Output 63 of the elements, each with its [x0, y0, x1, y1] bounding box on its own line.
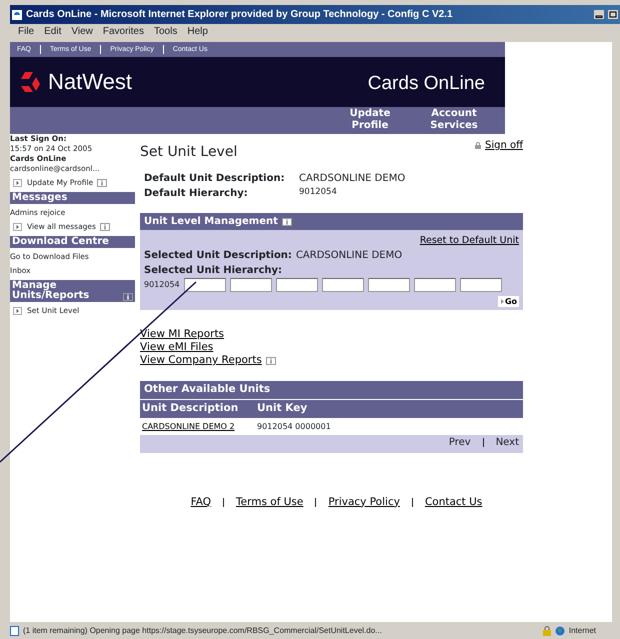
- reset-link[interactable]: Reset to Default Unit: [420, 235, 519, 246]
- menu-item[interactable]: Tools: [154, 26, 178, 37]
- field-value: 9012054: [299, 186, 337, 199]
- section-title: Manage Units/Reports: [12, 281, 90, 301]
- menu-item[interactable]: Help: [187, 26, 208, 37]
- hierarchy-field[interactable]: [322, 278, 364, 292]
- page-title: Set Unit Level: [140, 143, 238, 162]
- pager-link[interactable]: Prev: [448, 434, 471, 450]
- menu-item[interactable]: File: [18, 26, 34, 37]
- table-title: Other Available Units: [140, 381, 523, 400]
- browser-icon: [12, 10, 22, 20]
- arrow-icon: [500, 298, 505, 306]
- section-title: Messages: [12, 193, 68, 203]
- field-label: Selected Unit Description:: [144, 250, 292, 262]
- info-icon: [266, 356, 276, 365]
- hierarchy-field[interactable]: [276, 278, 318, 292]
- section-title: Download Centre: [12, 237, 109, 247]
- field-label: Default Hierarchy:: [144, 187, 249, 201]
- field-label: Selected Unit Hierarchy:: [143, 264, 284, 278]
- info-icon: [100, 223, 110, 231]
- page-icon: [10, 626, 19, 636]
- menu-item[interactable]: Edit: [44, 26, 62, 37]
- hierarchy-field[interactable]: [184, 278, 226, 292]
- go-button[interactable]: Go: [498, 296, 519, 308]
- window-title: Cards OnLine - Microsoft Internet Explorer provided by Group Technology - Config C V2.1: [26, 9, 454, 20]
- column-header: Unit Key: [257, 401, 308, 416]
- nav-link[interactable]: Update Profile: [339, 107, 401, 134]
- zone-text: Internet: [568, 626, 596, 635]
- hierarchy-field[interactable]: [368, 278, 410, 292]
- hierarchy-field[interactable]: [230, 278, 272, 292]
- field-label: Default Unit Description:: [144, 172, 286, 186]
- footer-link[interactable]: Contact Us: [424, 494, 482, 510]
- logo-text: NatWest: [48, 69, 132, 95]
- lock-icon: [542, 626, 551, 636]
- menu-item[interactable]: View: [71, 26, 93, 37]
- field-value: CARDSONLINE DEMO: [299, 172, 406, 186]
- unit-link[interactable]: CARDSONLINE DEMO 2: [142, 420, 257, 433]
- column-header: Unit Description: [142, 401, 240, 416]
- panel-title: Unit Level Management: [144, 215, 278, 229]
- minimize-icon: [594, 10, 604, 19]
- field-value: CARDSONLINE DEMO: [296, 250, 402, 262]
- product-name: Cards OnLine: [368, 73, 485, 95]
- status-text: (1 item remaining) Opening page https://stage.tsyseurope.com/RBSG_Commercial/SetUnitLevel.do...: [23, 626, 383, 635]
- report-link[interactable]: View MI Reports: [140, 328, 224, 342]
- logo-icon: [18, 72, 40, 92]
- footer-link[interactable]: Privacy Policy: [328, 494, 400, 510]
- hierarchy-field[interactable]: [414, 278, 456, 292]
- hierarchy-field[interactable]: [460, 278, 502, 292]
- info-icon: [282, 218, 292, 226]
- footer-link[interactable]: Terms of Use: [236, 494, 304, 510]
- menu-item[interactable]: Favorites: [102, 26, 144, 37]
- footer-link[interactable]: FAQ: [190, 494, 212, 510]
- lock-icon: [475, 142, 481, 149]
- nav-link[interactable]: Account Services: [423, 107, 485, 134]
- pager-link[interactable]: Next: [496, 434, 519, 450]
- table-cell: 9012054 0000001: [257, 420, 331, 433]
- maximize-icon: [608, 10, 618, 19]
- info-icon: [97, 179, 108, 187]
- report-link[interactable]: View Company Reports: [140, 354, 262, 368]
- report-link[interactable]: View eMI Files: [140, 341, 214, 354]
- sign-off-link[interactable]: Sign off: [485, 138, 523, 153]
- globe-icon: [554, 626, 565, 636]
- hierarchy-prefix: 9012054: [144, 279, 180, 292]
